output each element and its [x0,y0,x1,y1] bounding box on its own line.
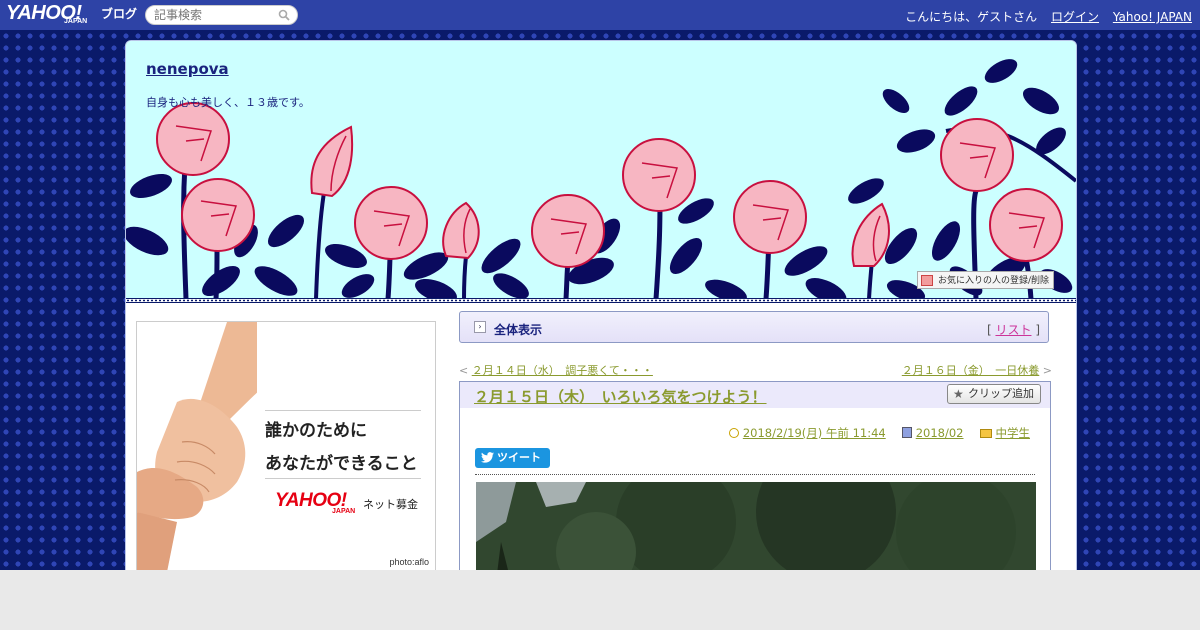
blog-description: 自身も心も美しく、１３歳です。 [146,96,310,109]
clip-add-label: クリップ追加 [968,387,1034,400]
ad-yahoo-logo-sub: JAPAN [332,508,356,515]
holding-hands-image [137,322,257,570]
next-post-link[interactable]: ２月１６日（金） 一日休養 [902,364,1040,377]
donation-ad-banner[interactable]: 誰かのために あなたができること YAHOO! JAPAN ネット募金 phot… [136,321,436,571]
favorite-register-button[interactable]: お気に入りの人の登録/削除 [917,271,1055,289]
view-mode-bar: › 全体表示 [ リスト ] [459,311,1049,343]
login-link[interactable]: ログイン [1051,10,1099,24]
post-category-link[interactable]: 中学生 [996,426,1031,440]
blog-post: ２月１５日（木） いろいろ気をつけよう！ ★ クリップ追加 2018/2/19(… [459,381,1051,571]
blog-panel: nenepova 自身も心も美しく、１３歳です。 お気に入りの人の登録/削除 誰… [125,40,1077,572]
post-meta: 2018/2/19(月) 午前 11:44 2018/02 中学生 [728,425,1031,441]
post-title[interactable]: ２月１５日（木） いろいろ気をつけよう！ [474,386,767,407]
ad-label: ネット募金 [363,498,418,511]
yahoo-japan-link[interactable]: Yahoo! JAPAN [1113,10,1192,24]
post-archive-link[interactable]: 2018/02 [916,426,964,440]
ad-photo-credit: photo:aflo [389,557,429,567]
clock-icon [728,428,739,438]
post-datetime-link[interactable]: 2018/2/19(月) 午前 11:44 [743,426,886,440]
tree-photo [476,482,1036,571]
blog-logo-suffix[interactable]: ブログ [101,5,137,22]
blog-title[interactable]: nenepova [146,60,229,78]
post-header: ２月１５日（木） いろいろ気をつけよう！ ★ クリップ追加 [460,382,1050,408]
calendar-icon [901,427,912,438]
search-input[interactable] [154,8,274,22]
favorite-register-label: お気に入りの人の登録/削除 [938,276,1050,286]
tweet-label: ツイート [497,451,541,464]
greeting-text: こんにちは、ゲストさん [905,10,1038,24]
post-divider [475,474,1035,475]
tweet-button[interactable]: ツイート [475,448,550,468]
top-links: こんにちは、ゲストさん ログイン Yahoo! JAPAN [895,8,1192,25]
star-icon: ★ [953,387,964,401]
page-footer [0,570,1200,630]
search-icon[interactable] [278,9,290,21]
rose-illustration [126,59,1076,299]
search-box [145,5,298,25]
header-divider [126,298,1076,303]
ad-divider-bottom [265,478,421,479]
list-view-link[interactable]: リスト [995,323,1031,337]
view-mode-label: 全体表示 [494,323,543,337]
twitter-bird-icon [481,452,494,463]
blog-header: nenepova 自身も心も美しく、１３歳です。 お気に入りの人の登録/削除 [126,41,1076,299]
top-bar: YAHOO! JAPAN ブログ こんにちは、ゲストさん ログイン Yahoo!… [0,0,1200,30]
prev-post-link[interactable]: ２月１４日（水） 調子悪くて・・・ [472,364,653,377]
list-link-wrapper: [ リスト ] [986,323,1040,337]
favorite-icon [921,275,933,286]
next-post-nav: ２月１６日（金） 一日休養 > [901,364,1052,377]
prev-post-nav: < ２月１４日（水） 調子悪くて・・・ [459,364,653,377]
yahoo-logo-sub: JAPAN [64,18,88,25]
post-photo[interactable] [476,482,1036,571]
folder-icon [979,429,992,438]
ad-headline-line2: あなたができること [265,454,418,474]
clip-add-button[interactable]: ★ クリップ追加 [947,384,1041,404]
ad-divider-top [265,410,421,411]
ad-headline-line1: 誰かのために [265,421,367,441]
arrow-icon: › [474,321,486,333]
